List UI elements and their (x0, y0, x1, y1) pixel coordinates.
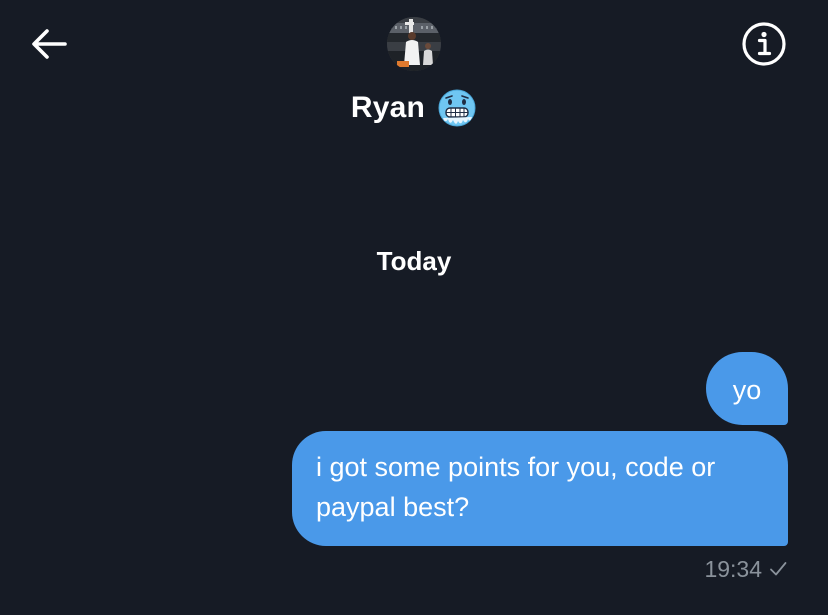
message-bubble[interactable]: yo (706, 352, 788, 425)
conversation-header[interactable]: Ryan (0, 88, 828, 128)
message-text: i got some points for you, code or paypa… (316, 452, 716, 522)
message-bubble[interactable]: i got some points for you, code or paypa… (292, 431, 788, 546)
conversation-info-button[interactable] (738, 18, 790, 70)
avatar[interactable] (387, 17, 441, 71)
cold-face-emoji-icon (438, 89, 476, 127)
message-timestamp: 19:34 (704, 556, 762, 582)
back-button[interactable] (24, 22, 74, 66)
info-circle-icon (742, 22, 786, 66)
checkmark-icon (770, 562, 787, 576)
message-text: yo (732, 374, 762, 405)
message-meta: 19:34 (704, 555, 788, 583)
avatar-photo (387, 17, 441, 71)
contact-name: Ryan (350, 91, 426, 124)
date-separator: Today (376, 246, 452, 276)
arrow-left-icon (32, 29, 67, 59)
